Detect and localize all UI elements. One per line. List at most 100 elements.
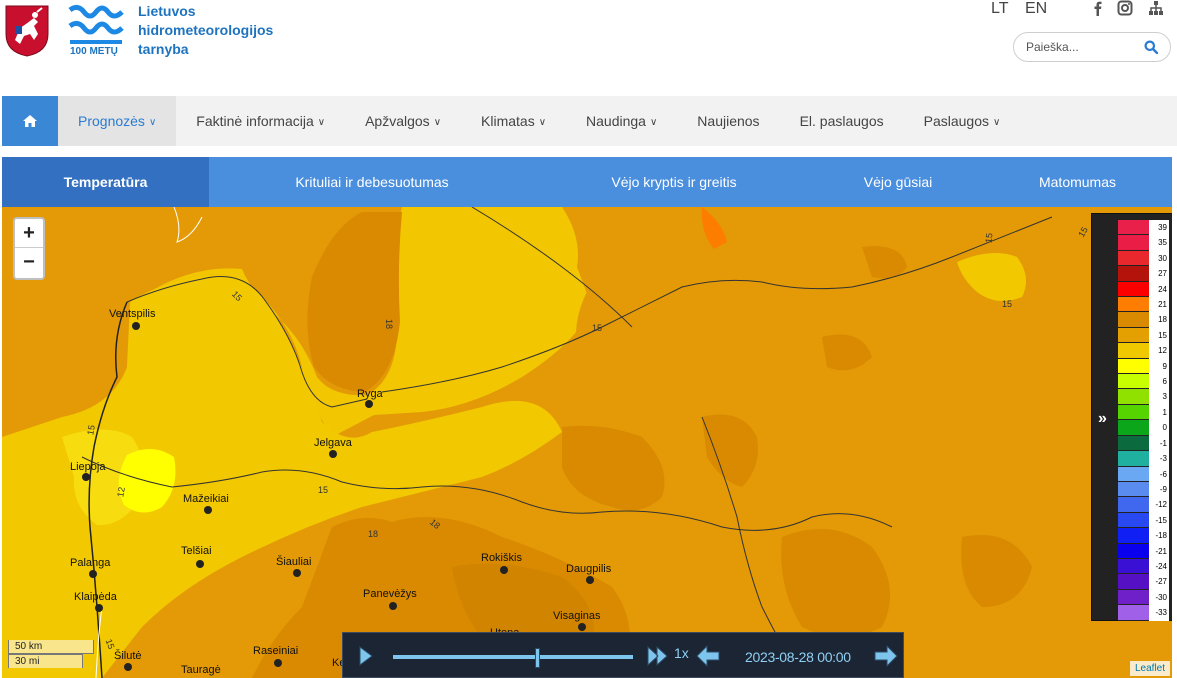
facebook-icon[interactable] [1090, 0, 1106, 16]
legend-swatch [1118, 281, 1149, 298]
nav-home-button[interactable] [2, 96, 58, 146]
site-header: 100 METŲ Lietuvos hidrometeorologijos ta… [0, 0, 1177, 96]
tab-temperatura[interactable]: Temperatūra [2, 157, 209, 207]
legend-swatch [1118, 297, 1149, 313]
tab-vejo-kryptis[interactable]: Vėjo kryptis ir greitis [535, 157, 813, 207]
city-marker [389, 602, 397, 610]
tab-krituliai[interactable]: Krituliai ir debesuotumas [209, 157, 535, 207]
lang-en-link[interactable]: EN [1025, 0, 1047, 18]
home-icon [23, 115, 37, 127]
temperature-legend: » 39 35 30 27 24 21 18 15 12 9 6 3 1 0 -1 -3 -6 -9 -12 -15 -… [1091, 213, 1172, 621]
legend-value: 35 [1158, 238, 1167, 248]
legend-swatch [1118, 466, 1149, 482]
city-marker [124, 663, 132, 671]
nav-item-paslaugos[interactable]: Paslaugos ∨ [904, 96, 1021, 146]
city-label: Šiauliai [276, 556, 312, 568]
timeline-slider-handle[interactable] [535, 648, 541, 668]
zoom-out-button[interactable]: − [15, 248, 43, 277]
nav-item-naujienos[interactable]: Naujienos [677, 96, 779, 146]
org-name-line: hidrometeorologijos [138, 22, 274, 38]
city-label: Palanga [70, 557, 111, 569]
chevron-down-icon: ∨ [317, 116, 326, 128]
legend-value: -21 [1155, 546, 1167, 556]
main-nav: Prognozės ∨ Faktinė informacija ∨ Apžvalgo… [2, 96, 1177, 146]
step-back-icon[interactable] [696, 645, 720, 667]
nav-item-prognozes[interactable]: Prognozės ∨ [58, 96, 177, 146]
timeline-slider-track[interactable] [393, 655, 633, 659]
city-label: Ryga [357, 388, 383, 400]
legend-swatch [1118, 220, 1149, 236]
step-forward-icon[interactable] [874, 645, 898, 667]
leaflet-attribution-link[interactable]: Leaflet [1130, 661, 1171, 676]
city-label: Klaipėda [74, 591, 117, 603]
tab-matomumas[interactable]: Matomumas [983, 157, 1172, 207]
legend-value: -27 [1155, 577, 1167, 587]
tab-vejo-gusiai[interactable]: Vėjo gūsiai [813, 157, 983, 207]
nav-item-label: Paslaugos [923, 113, 990, 129]
city-label: Telšiai [181, 545, 212, 557]
forecast-timestamp: 2023-08-28 00:00 [745, 649, 851, 665]
org-name-line: Lietuvos [138, 3, 196, 19]
coat-of-arms-icon[interactable] [4, 4, 50, 58]
fast-forward-icon[interactable] [647, 646, 669, 666]
nav-item-naudinga[interactable]: Naudinga ∨ [566, 96, 677, 146]
org-name[interactable]: Lietuvos hidrometeorologijos tarnyba [138, 2, 273, 59]
search-input[interactable] [1026, 39, 1141, 55]
isoline-label: 18 [368, 529, 379, 539]
legend-swatch [1118, 497, 1149, 513]
city-marker [82, 473, 90, 481]
isoline-label: 12 [115, 486, 127, 498]
nav-item-faktine-informacija[interactable]: Faktinė informacija ∨ [176, 96, 345, 146]
legend-value: 30 [1158, 253, 1167, 263]
legend-value: 3 [1162, 392, 1167, 402]
chevron-down-icon: ∨ [538, 116, 547, 128]
search-icon[interactable] [1144, 40, 1158, 54]
legend-swatch [1118, 235, 1149, 251]
legend-swatch [1118, 528, 1149, 544]
legend-swatch [1118, 435, 1149, 452]
isoline-label: 15 [85, 424, 97, 436]
chevron-down-icon: ∨ [148, 116, 157, 128]
scale-km: 50 km [8, 640, 94, 654]
legend-value: 12 [1158, 346, 1167, 356]
city-marker [204, 506, 212, 514]
legend-value: 1 [1162, 407, 1167, 417]
nav-item-label: Prognozės [78, 113, 145, 129]
zoom-in-button[interactable]: + [15, 219, 43, 248]
play-icon[interactable] [359, 646, 373, 666]
map-scale: 50 km 30 mi [8, 640, 94, 668]
city-label: Rokiškis [481, 552, 522, 564]
playback-speed[interactable]: 1x [674, 645, 689, 661]
city-label: Raseiniai [253, 645, 299, 657]
search-box [1013, 32, 1171, 62]
city-marker [293, 569, 301, 577]
legend-value: 27 [1158, 269, 1167, 279]
legend-value: -12 [1155, 500, 1167, 510]
legend-toggle-icon[interactable]: » [1098, 410, 1107, 428]
legend-swatch [1118, 374, 1149, 390]
nav-item-apzvalgos[interactable]: Apžvalgos ∨ [345, 96, 461, 146]
legend-swatch [1118, 343, 1149, 359]
nav-item-el-paslaugos[interactable]: El. paslaugos [780, 96, 904, 146]
legend-value: -33 [1155, 608, 1167, 618]
instagram-icon[interactable] [1117, 0, 1133, 16]
legend-swatch [1118, 358, 1149, 375]
legend-value: -6 [1159, 469, 1167, 479]
temperature-map[interactable]: 15 18 15 15 15 12 15 18 18 15 15 15 Vent… [2, 207, 1172, 678]
nav-item-klimatas[interactable]: Klimatas ∨ [461, 96, 566, 146]
logo-badge: 100 METŲ [70, 46, 118, 57]
chevron-down-icon: ∨ [993, 116, 1001, 128]
sitemap-icon[interactable] [1148, 0, 1164, 16]
nav-item-label: Faktinė informacija [196, 113, 314, 129]
legend-swatch [1118, 420, 1149, 436]
legend-value: -18 [1155, 531, 1167, 541]
legend-value: -9 [1159, 484, 1167, 494]
legend-swatch [1118, 574, 1149, 590]
city-label: Daugpilis [566, 563, 612, 575]
legend-swatch [1118, 558, 1149, 575]
lang-lt-link[interactable]: LT [991, 0, 1008, 18]
legend-value: -1 [1159, 438, 1167, 448]
forecast-tabs: Temperatūra Krituliai ir debesuotumas Vė… [2, 157, 1172, 207]
legend-swatch [1118, 312, 1149, 328]
city-marker [365, 400, 373, 408]
